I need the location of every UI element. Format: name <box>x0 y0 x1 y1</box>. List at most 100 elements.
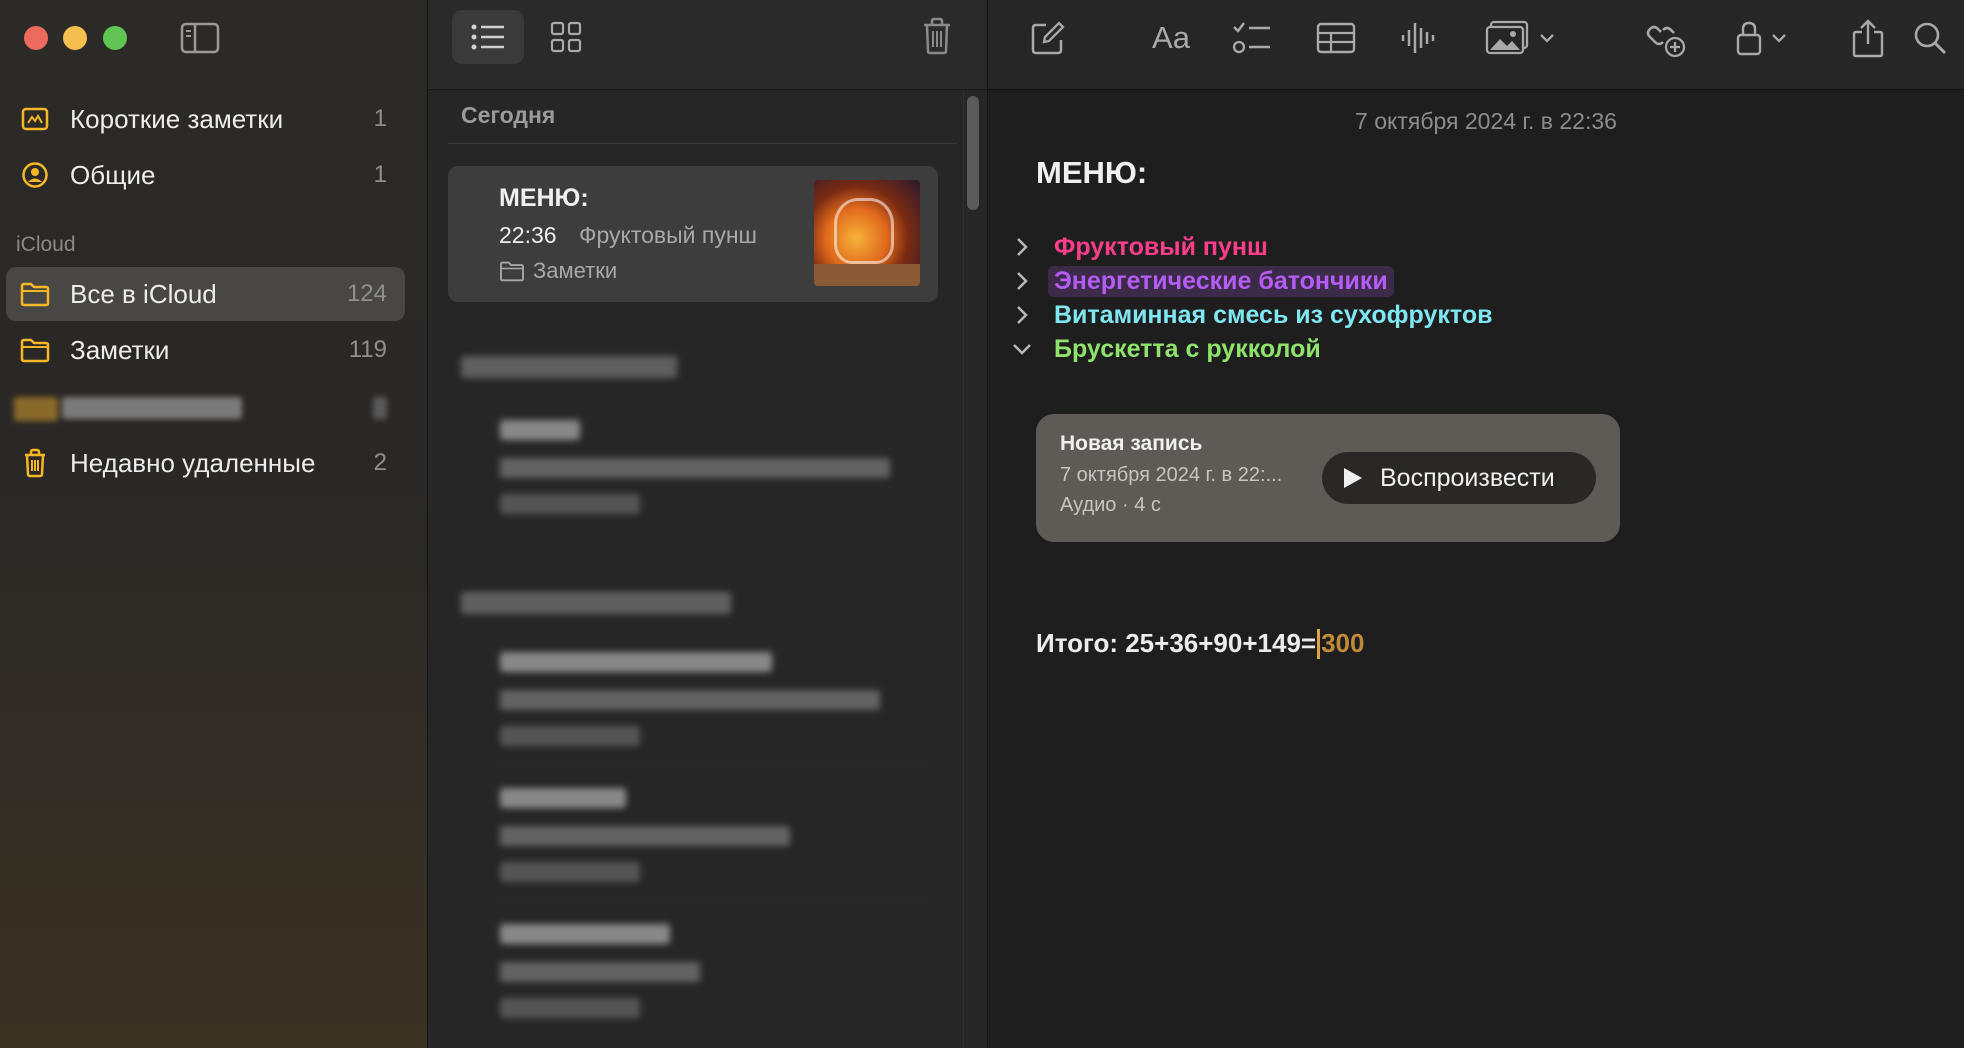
waveform-icon <box>1401 23 1435 53</box>
lock-menu-button[interactable] <box>1728 16 1794 60</box>
shared-person-icon <box>20 160 50 190</box>
divider <box>448 143 957 144</box>
compose-icon <box>1031 21 1065 55</box>
table-button[interactable] <box>1314 16 1358 60</box>
trash-icon <box>924 17 950 55</box>
redacted-label <box>62 397 242 419</box>
date-group-header: Сегодня <box>461 102 556 128</box>
audio-record-button[interactable] <box>1396 16 1440 60</box>
total-expression: Итого: 25+36+90+149= <box>1036 628 1317 658</box>
lock-icon <box>1736 21 1762 56</box>
table-icon <box>1316 22 1356 54</box>
chevron-down-icon <box>1772 34 1786 43</box>
media-menu-button[interactable] <box>1480 16 1560 60</box>
quick-notes-icon <box>20 104 50 134</box>
menu-item-bruschetta[interactable]: Брускетта с рукколой <box>1008 333 1327 365</box>
list-icon <box>471 24 504 50</box>
note-heading[interactable]: МЕНЮ: <box>1036 155 1147 191</box>
editor-toolbar: Aa <box>988 0 1964 90</box>
redacted-count <box>373 397 387 419</box>
menu-item-fruit-punch[interactable]: Фруктовый пунш <box>1008 231 1274 263</box>
sidebar-item-count: 119 <box>348 336 387 363</box>
play-icon <box>1344 468 1362 488</box>
format-button[interactable]: Aa <box>1146 16 1196 60</box>
link-add-icon <box>1646 25 1686 58</box>
trash-icon <box>20 448 50 478</box>
text-caret <box>1317 628 1321 659</box>
chevron-right-icon[interactable] <box>1008 267 1036 295</box>
compose-button[interactable] <box>1026 16 1070 60</box>
format-text-icon: Aa <box>1152 20 1190 55</box>
audio-attachment[interactable]: Новая запись 7 октября 2024 г. в 22:... … <box>1036 414 1620 542</box>
menu-item-vitamin-mix[interactable]: Витаминная смесь из сухофруктов <box>1008 299 1498 331</box>
note-list-item-selected[interactable]: МЕНЮ: 22:36 Фруктовый пунш Заметки <box>448 166 938 302</box>
checklist-button[interactable] <box>1230 16 1274 60</box>
minimize-window-button[interactable] <box>63 26 87 50</box>
scrollbar-track[interactable] <box>963 90 983 1048</box>
note-list-panel: Сегодня МЕНЮ: 22:36 Фруктовый пунш Замет… <box>427 0 988 1048</box>
sidebar-item-count: 1 <box>373 161 387 188</box>
sidebar-item-label: Все в iCloud <box>70 278 217 309</box>
sidebar-item-count: 124 <box>346 280 387 307</box>
share-button[interactable] <box>1848 16 1888 60</box>
sidebar: Короткие заметки 1 Общие 1 iCloud Все в … <box>0 0 427 1048</box>
sidebar-item-count: 1 <box>373 105 387 132</box>
checklist-icon <box>1232 22 1270 54</box>
section-header-icloud: iCloud <box>16 233 76 256</box>
play-button-label: Воспроизвести <box>1380 463 1555 492</box>
note-date: 7 октября 2024 г. в 22:36 <box>1355 108 1617 134</box>
collaborate-button[interactable] <box>1644 16 1688 60</box>
menu-item-energy-bars[interactable]: Энергетические батончики <box>1008 265 1394 297</box>
chevron-right-icon[interactable] <box>1008 233 1036 261</box>
audio-title: Новая запись <box>1060 432 1203 455</box>
sidebar-item-label: Общие <box>70 159 156 190</box>
total-line[interactable]: Итого: 25+36+90+149= 300 <box>1036 628 1364 659</box>
note-list-toolbar <box>428 0 987 90</box>
note-title: МЕНЮ: <box>499 184 589 212</box>
folder-icon <box>20 335 50 365</box>
note-folder-label: Заметки <box>533 258 618 283</box>
sidebar-item-redacted[interactable] <box>6 381 405 435</box>
menu-item-text: Фруктовый пунш <box>1054 232 1268 261</box>
note-folder: Заметки <box>499 258 617 284</box>
grid-icon <box>550 21 582 53</box>
menu-item-text: Витаминная смесь из сухофруктов <box>1054 300 1493 329</box>
sidebar-item-shared[interactable]: Общие 1 <box>6 148 405 202</box>
sidebar-item-label: Заметки <box>70 334 170 365</box>
folder-icon <box>20 279 50 309</box>
search-button[interactable] <box>1910 16 1950 60</box>
note-time: 22:36 <box>499 222 557 248</box>
menu-item-text: Энергетические батончики <box>1048 265 1394 297</box>
chevron-down-icon <box>1540 34 1554 43</box>
share-icon <box>1852 19 1884 58</box>
sidebar-item-quick-notes[interactable]: Короткие заметки 1 <box>6 92 405 146</box>
note-snippet: Фруктовый пунш <box>579 222 758 248</box>
sidebar-toggle-icon[interactable] <box>180 22 220 54</box>
audio-meta: Аудио · 4 с <box>1060 494 1161 516</box>
redacted-folder-icon <box>14 397 58 421</box>
gallery-view-button[interactable] <box>530 10 602 64</box>
sidebar-item-recently-deleted[interactable]: Недавно удаленные 2 <box>6 436 405 490</box>
search-icon <box>1914 22 1947 55</box>
sidebar-item-all-icloud[interactable]: Все в iCloud 124 <box>6 267 405 321</box>
zoom-window-button[interactable] <box>103 26 127 50</box>
chevron-right-icon[interactable] <box>1008 301 1036 329</box>
sidebar-item-label: Короткие заметки <box>70 103 284 134</box>
sidebar-item-notes[interactable]: Заметки 119 <box>6 323 405 377</box>
redacted-note-list <box>428 350 987 1030</box>
menu-item-text: Брускетта с рукколой <box>1054 334 1321 363</box>
scrollbar-thumb[interactable] <box>967 96 979 210</box>
photo-gallery-icon <box>1485 20 1529 55</box>
play-button[interactable]: Воспроизвести <box>1322 452 1596 504</box>
close-window-button[interactable] <box>24 26 48 50</box>
folder-icon <box>500 261 524 282</box>
chevron-down-icon[interactable] <box>1008 335 1036 363</box>
audio-date: 7 октября 2024 г. в 22:... <box>1060 464 1283 486</box>
note-editor: Aa 7 октября 2024 г. в 22:36 МЕНЮ: Фрукт… <box>988 0 1964 1048</box>
list-view-button[interactable] <box>452 10 524 64</box>
note-thumbnail <box>814 180 920 286</box>
sidebar-item-label: Недавно удаленные <box>70 447 316 478</box>
math-result: 300 <box>1321 628 1365 658</box>
sidebar-item-count: 2 <box>373 449 387 476</box>
delete-note-button[interactable] <box>917 14 957 58</box>
